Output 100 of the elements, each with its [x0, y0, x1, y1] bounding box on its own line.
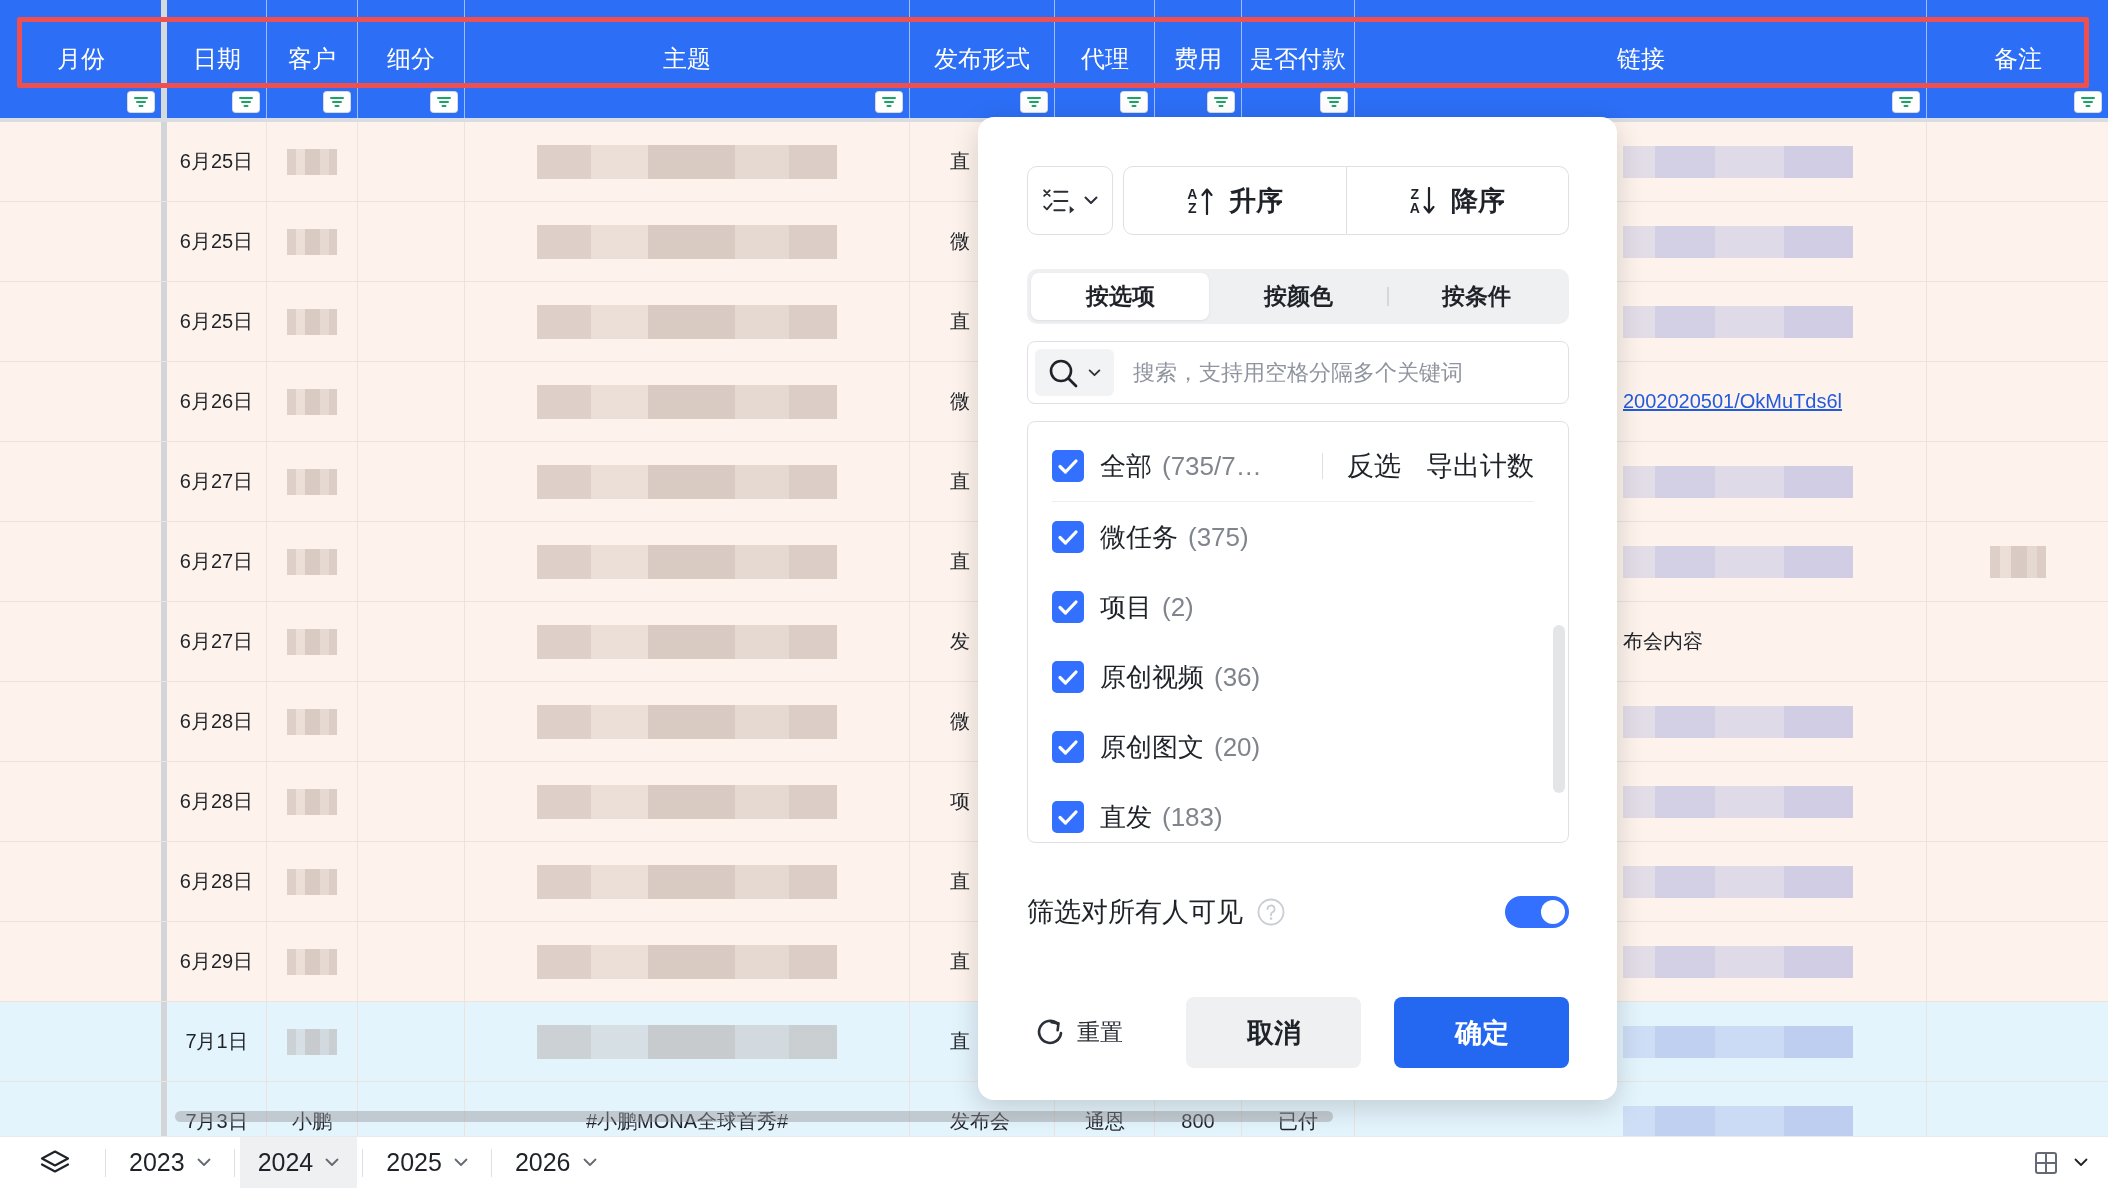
customer-name: 小鹏: [292, 1109, 332, 1134]
year-tab[interactable]: 2025: [368, 1137, 486, 1188]
filter-icon[interactable]: [1892, 91, 1920, 113]
checkbox[interactable]: [1052, 591, 1084, 623]
format-text: 微: [950, 229, 970, 254]
tab[interactable]: 按条件: [1387, 273, 1565, 320]
filter-icon[interactable]: [430, 91, 458, 113]
search-mode-dropdown[interactable]: [1035, 349, 1114, 396]
pixelated-block: [287, 148, 337, 175]
option-count: (183): [1162, 801, 1223, 833]
filter-icon[interactable]: [1120, 91, 1148, 113]
caret-icon: [1084, 196, 1098, 205]
link-text: 布会内容: [1623, 629, 1703, 654]
sort-button[interactable]: AZ 升序: [1123, 166, 1347, 235]
filter-icon[interactable]: [1320, 91, 1348, 113]
option-label: 全部: [1100, 449, 1152, 483]
filter-icon[interactable]: [1020, 91, 1048, 113]
cancel-button[interactable]: 取消: [1186, 997, 1361, 1068]
date-text: 6月28日: [179, 709, 254, 734]
caret-icon: [325, 1158, 340, 1167]
filter-icon[interactable]: [232, 91, 260, 113]
format-text: 发布会: [950, 1109, 1010, 1134]
option-count: (735/7…: [1162, 450, 1262, 482]
column-header: 发布形式: [934, 44, 1030, 74]
filter-icon[interactable]: [2074, 91, 2102, 113]
filter-icon[interactable]: [323, 91, 351, 113]
column-header: 日期: [192, 44, 241, 74]
action-button[interactable]: 导出计数: [1426, 448, 1534, 484]
date-text: 6月27日: [179, 629, 254, 654]
date-text: 6月27日: [179, 469, 254, 494]
column-header: 费用: [1174, 44, 1222, 74]
checkbox[interactable]: [1052, 801, 1084, 833]
checkbox[interactable]: [1052, 661, 1084, 693]
format-text: 直: [950, 949, 970, 974]
column-header: 月份: [56, 44, 105, 74]
format-text: 发: [950, 629, 970, 654]
option-label: 原创图文: [1100, 730, 1204, 764]
scrollbar-thumb[interactable]: [1553, 625, 1565, 793]
caret-icon: [1088, 368, 1101, 377]
pixelated-block: [287, 628, 337, 655]
format-text: 直: [950, 1029, 970, 1054]
checkbox[interactable]: [1052, 521, 1084, 553]
sort-mode-dropdown[interactable]: [1027, 166, 1113, 235]
setting-label: 筛选对所有人可见: [1027, 896, 1243, 929]
pixelated-block: [287, 948, 337, 975]
table-icon[interactable]: [2034, 1150, 2058, 1175]
filter-icon[interactable]: [875, 91, 903, 113]
date-text: 7月3日: [185, 1109, 248, 1134]
format-text: 项: [950, 789, 970, 814]
format-text: 直: [950, 149, 970, 174]
pixelated-block: [287, 388, 337, 415]
date-text: 6月25日: [179, 309, 254, 334]
action-button[interactable]: 反选: [1347, 448, 1401, 484]
caret-icon: [196, 1158, 211, 1167]
format-text: 直: [950, 309, 970, 334]
filter-icon[interactable]: [127, 91, 155, 113]
column-header: 链接: [1616, 44, 1665, 74]
date-text: 6月26日: [179, 389, 254, 414]
payment-status: 已付: [1278, 1109, 1318, 1134]
caret-icon: [582, 1158, 597, 1167]
toggle-switch[interactable]: [1505, 896, 1569, 928]
checkbox[interactable]: [1052, 731, 1084, 763]
option-label: 微任务: [1100, 520, 1178, 554]
format-text: 直: [950, 869, 970, 894]
checkbox[interactable]: [1052, 450, 1084, 482]
caret-icon: [453, 1158, 468, 1167]
column-header: 主题: [663, 44, 711, 74]
pixelated-block: [287, 468, 337, 495]
link[interactable]: 2002020501/OkMuTds6l: [1623, 390, 1843, 413]
option-label: 原创视频: [1100, 660, 1204, 694]
reset-button[interactable]: 重置: [1027, 997, 1131, 1068]
date-text: 6月28日: [179, 789, 254, 814]
year-tab[interactable]: 2024: [239, 1137, 358, 1188]
column-header: 细分: [387, 44, 435, 74]
fee-amount: 800: [1181, 1110, 1215, 1133]
pixelated-block: [287, 228, 337, 255]
tab[interactable]: 按选项: [1031, 273, 1209, 320]
column-header: 备注: [1993, 44, 2042, 74]
pixelated-block: [287, 308, 337, 335]
date-text: 6月28日: [179, 869, 254, 894]
format-text: 直: [950, 469, 970, 494]
pixelated-block: [287, 788, 337, 815]
year-tab[interactable]: 2023: [111, 1137, 229, 1188]
caret-icon[interactable]: [2074, 1158, 2088, 1167]
option-count: (20): [1214, 731, 1261, 763]
checklist-icon: [1042, 187, 1076, 214]
pixelated-block: [287, 708, 337, 735]
pixelated-block: [1989, 545, 2046, 578]
option-count: (375): [1188, 521, 1249, 553]
column-header: 是否付款: [1250, 44, 1346, 74]
sort-button[interactable]: ZA 降序: [1346, 166, 1569, 235]
confirm-button[interactable]: 确定: [1394, 997, 1569, 1068]
date-text: 6月25日: [179, 149, 254, 174]
option-label: 项目: [1100, 590, 1152, 624]
year-tab[interactable]: 2026: [496, 1137, 615, 1188]
format-text: 微: [950, 389, 970, 414]
pixelated-block: [287, 548, 337, 575]
date-text: 6月27日: [179, 549, 254, 574]
tab[interactable]: 按颜色: [1209, 273, 1387, 320]
filter-icon[interactable]: [1207, 91, 1235, 113]
